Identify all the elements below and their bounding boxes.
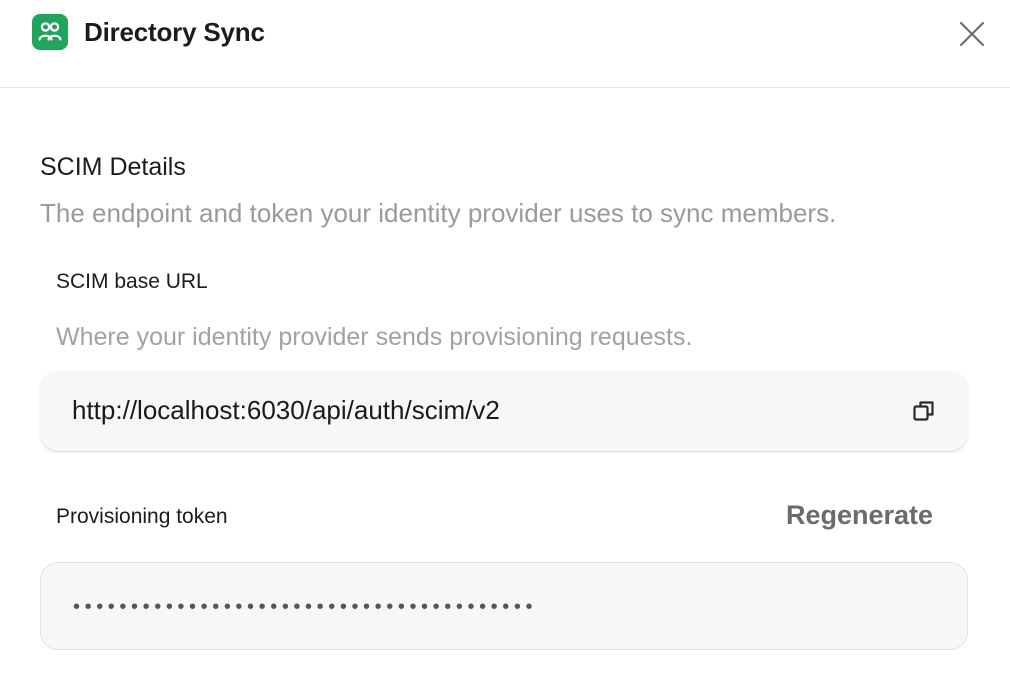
scim-base-url-value[interactable]: http://localhost:6030/api/auth/scim/v2: [72, 395, 500, 426]
scim-section-description: The endpoint and token your identity pro…: [40, 198, 837, 228]
modal-header: Directory Sync: [0, 0, 1010, 88]
copy-url-button[interactable]: [908, 395, 940, 427]
scim-base-url-field[interactable]: http://localhost:6030/api/auth/scim/v2: [40, 371, 968, 451]
scim-base-url-label: SCIM base URL: [56, 270, 208, 293]
close-icon: [959, 21, 985, 47]
modal-title: Directory Sync: [84, 17, 265, 47]
scim-section-title: SCIM Details: [40, 153, 186, 181]
provisioning-token-field[interactable]: ••••••••••••••••••••••••••••••••••••••••: [40, 562, 968, 650]
scim-base-url-help: Where your identity provider sends provi…: [56, 323, 693, 351]
copy-icon: [913, 401, 934, 421]
provisioning-token-label: Provisioning token: [56, 505, 228, 528]
regenerate-token-button[interactable]: Regenerate: [786, 500, 933, 531]
users-group-icon: [32, 14, 68, 50]
close-button[interactable]: [954, 16, 990, 52]
provisioning-token-masked-value: ••••••••••••••••••••••••••••••••••••••••: [73, 596, 538, 618]
